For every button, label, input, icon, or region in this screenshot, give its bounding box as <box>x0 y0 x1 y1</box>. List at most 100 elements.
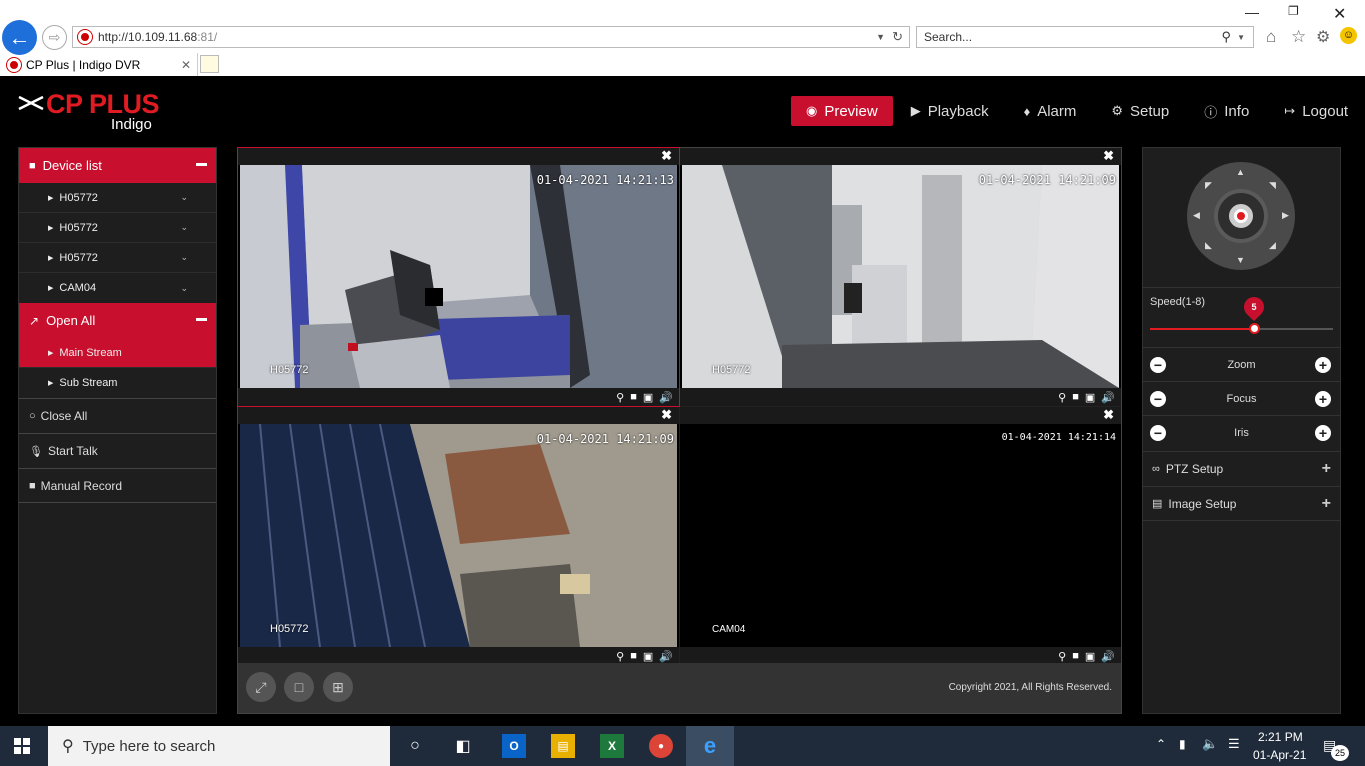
tab-close-icon[interactable]: ✕ <box>181 58 191 72</box>
nav-alarm[interactable]: ♦ Alarm <box>1006 96 1094 126</box>
zoom-out-button[interactable]: − <box>1150 356 1166 373</box>
collapse-icon[interactable] <box>196 163 207 166</box>
restore-button[interactable]: ❐ <box>1288 4 1299 18</box>
expand-plus-icon[interactable]: + <box>1322 495 1331 513</box>
down-left-arrow-icon[interactable]: ◣ <box>1205 240 1212 251</box>
device-item[interactable]: ▶ H05772 ⌄ <box>19 183 216 213</box>
snapshot-icon[interactable]: ▣ <box>643 391 653 404</box>
zoom-in-button[interactable]: + <box>1315 356 1331 373</box>
video-cell[interactable]: ✖ 01-04-2021 14:21:14 CAM04 ⚲ ■ ▣ 🔊 <box>680 407 1121 665</box>
video-cell[interactable]: ✖ 01-04-2021 14:21:09 H05772 ⚲ ■ ▣ 🔊 <box>680 148 1121 406</box>
device-item[interactable]: ▶ CAM04 ⌄ <box>19 273 216 303</box>
network-icon[interactable]: ☰ <box>1228 736 1240 752</box>
video-feed[interactable]: 01-04-2021 14:21:09 H05772 <box>240 424 677 647</box>
quad-view-button[interactable]: ⊞ <box>323 672 353 702</box>
clock-time[interactable]: 2:21 PM <box>1258 730 1303 744</box>
collapse-icon[interactable] <box>196 318 207 321</box>
device-item[interactable]: ▶ H05772 ⌄ <box>19 213 216 243</box>
browser-search-input[interactable]: Search... ⚲ ▼ <box>916 26 1254 48</box>
close-icon[interactable]: ✖ <box>1103 148 1114 164</box>
favorites-star-icon[interactable]: ☆ <box>1291 27 1306 47</box>
manual-record-button[interactable]: ■ Manual Record <box>19 468 216 503</box>
video-feed[interactable]: 01-04-2021 14:21:13 H05772 <box>240 165 677 388</box>
zoom-icon[interactable]: ⚲ <box>1058 650 1066 663</box>
device-item[interactable]: ▶ H05772 ⌄ <box>19 243 216 273</box>
chevron-down-icon[interactable]: ⌄ <box>180 252 188 263</box>
snapshot-icon[interactable]: ▣ <box>1085 650 1095 663</box>
ptz-setup-section[interactable]: ∞ PTZ Setup + <box>1143 451 1340 486</box>
internet-explorer-icon[interactable]: e <box>686 726 734 766</box>
device-list-header[interactable]: ■ Device list <box>19 148 216 183</box>
audio-icon[interactable]: 🔊 <box>659 391 673 404</box>
down-right-arrow-icon[interactable]: ◢ <box>1269 240 1276 251</box>
focus-out-button[interactable]: − <box>1150 390 1166 407</box>
nav-logout[interactable]: ↦ Logout <box>1266 96 1365 126</box>
start-talk-button[interactable]: 🎙 Start Talk <box>19 433 216 468</box>
fullscreen-button[interactable]: ⤢ <box>246 672 276 702</box>
nav-playback[interactable]: ▶ Playback <box>893 96 1006 126</box>
audio-icon[interactable]: 🔊 <box>1101 391 1115 404</box>
snapshot-icon[interactable]: ▣ <box>643 650 653 663</box>
chevron-down-icon[interactable]: ⌄ <box>180 192 188 203</box>
open-all-header[interactable]: ↗ Open All <box>19 303 216 338</box>
nav-setup[interactable]: ⚙ Setup <box>1093 96 1186 126</box>
settings-gear-icon[interactable]: ⚙ <box>1316 27 1330 47</box>
zoom-icon[interactable]: ⚲ <box>616 391 624 404</box>
up-left-arrow-icon[interactable]: ◤ <box>1205 180 1212 191</box>
video-cell[interactable]: ✖ 01-04-2021 14:21:13 H05772 ⚲ ■ ▣ 🔊 <box>237 147 680 407</box>
audio-icon[interactable]: 🔊 <box>1101 650 1115 663</box>
browser-tab[interactable]: CP Plus | Indigo DVR ✕ <box>0 53 198 76</box>
task-view-icon[interactable]: ◧ <box>451 734 475 758</box>
record-icon[interactable]: ■ <box>630 650 637 662</box>
down-arrow-icon[interactable]: ▼ <box>1236 255 1245 265</box>
sub-stream-item[interactable]: ▶ Sub Stream <box>19 368 216 398</box>
image-setup-section[interactable]: ▤ Image Setup + <box>1143 486 1340 521</box>
battery-icon[interactable]: ▮ <box>1179 737 1186 751</box>
clock-date[interactable]: 01-Apr-21 <box>1253 748 1306 762</box>
audio-icon[interactable]: 🔊 <box>659 650 673 663</box>
nav-info[interactable]: ⓘ Info <box>1186 96 1266 126</box>
speed-slider[interactable] <box>1150 323 1333 334</box>
ptz-center-button[interactable] <box>1229 204 1253 228</box>
close-icon[interactable]: ✖ <box>661 407 672 423</box>
speed-slider-knob[interactable] <box>1249 323 1261 334</box>
address-bar[interactable]: http://10.109.11.68:81/ ▼ ↻ <box>72 26 910 48</box>
zoom-icon[interactable]: ⚲ <box>1058 391 1066 404</box>
video-feed[interactable]: 01-04-2021 14:21:14 CAM04 <box>682 424 1119 647</box>
snapshot-icon[interactable]: ▣ <box>1085 391 1095 404</box>
search-dropdown-icon[interactable]: ▼ <box>1237 33 1245 42</box>
show-hidden-icons-icon[interactable]: ⌃ <box>1156 737 1166 751</box>
search-icon[interactable]: ⚲ <box>1221 29 1231 45</box>
new-tab-button[interactable] <box>200 55 219 73</box>
iris-close-button[interactable]: − <box>1150 424 1166 441</box>
right-arrow-icon[interactable]: ▶ <box>1282 210 1289 221</box>
excel-icon[interactable]: X <box>600 734 624 758</box>
focus-in-button[interactable]: + <box>1315 390 1331 407</box>
up-arrow-icon[interactable]: ▲ <box>1236 167 1245 177</box>
outlook-icon[interactable]: O <box>502 734 526 758</box>
chrome-icon[interactable]: ● <box>649 734 673 758</box>
minimize-button[interactable]: — <box>1245 4 1259 20</box>
chevron-down-icon[interactable]: ⌄ <box>180 283 188 294</box>
zoom-icon[interactable]: ⚲ <box>616 650 624 663</box>
main-stream-item[interactable]: ▶ Main Stream <box>19 338 216 368</box>
cortana-icon[interactable]: ○ <box>403 734 427 758</box>
up-right-arrow-icon[interactable]: ◥ <box>1269 180 1276 191</box>
close-all-button[interactable]: ○ Close All <box>19 398 216 433</box>
record-icon[interactable]: ■ <box>630 391 637 403</box>
nav-preview[interactable]: ◉ Preview <box>791 96 893 126</box>
windows-start-icon[interactable] <box>14 738 30 754</box>
back-button[interactable]: ← <box>2 20 37 55</box>
smiley-icon[interactable]: ☺ <box>1340 27 1357 44</box>
video-cell[interactable]: ✖ 01-04-2021 14:21:09 H05772 ⚲ ■ ▣ 🔊 <box>238 407 679 665</box>
expand-plus-icon[interactable]: + <box>1322 460 1331 478</box>
single-view-button[interactable]: □ <box>284 672 314 702</box>
close-icon[interactable]: ✖ <box>661 148 672 164</box>
close-window-button[interactable]: ✕ <box>1333 4 1346 24</box>
iris-open-button[interactable]: + <box>1315 424 1331 441</box>
home-icon[interactable]: ⌂ <box>1266 27 1276 47</box>
left-arrow-icon[interactable]: ◀ <box>1193 210 1200 221</box>
record-icon[interactable]: ■ <box>1072 391 1079 403</box>
record-icon[interactable]: ■ <box>1072 650 1079 662</box>
taskbar-search[interactable]: ⚲ Type here to search <box>48 726 390 766</box>
